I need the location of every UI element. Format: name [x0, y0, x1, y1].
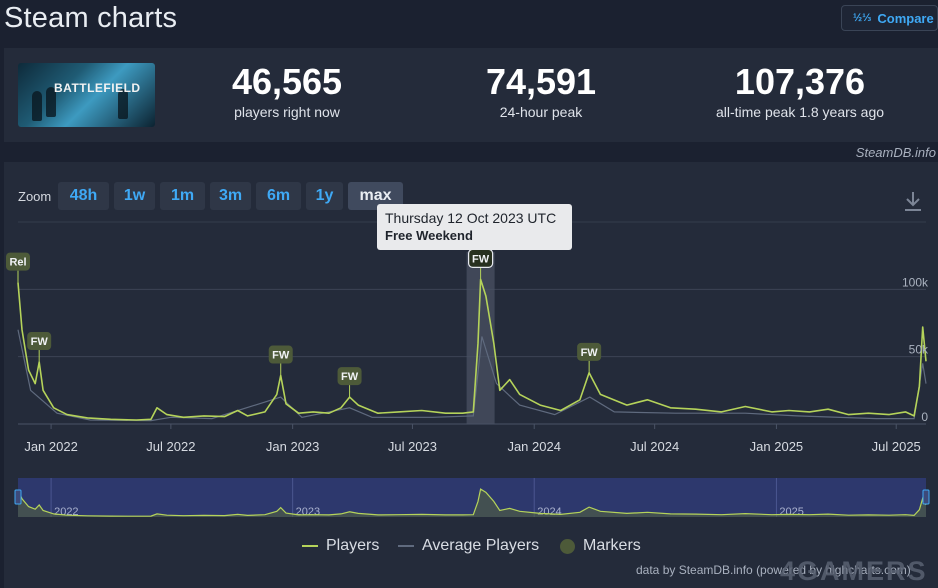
- legend-players-label: Players: [326, 537, 380, 554]
- marker-label: FW: [272, 350, 290, 362]
- x-tick-label: Jan 2024: [507, 439, 561, 454]
- x-tick-label: Jul 2022: [146, 439, 195, 454]
- x-axis-labels: Jan 2022 Jul 2022 Jan 2023 Jul 2023 Jan 2024…: [24, 424, 921, 454]
- marker-fw[interactable]: FW: [577, 342, 602, 373]
- legend-average-players[interactable]: Average Players: [398, 537, 539, 555]
- watermark: 4GAMERS: [780, 556, 928, 586]
- marker-fw[interactable]: FW: [337, 367, 362, 398]
- chart-tooltip: Thursday 12 Oct 2023 UTC Free Weekend: [377, 204, 572, 250]
- tooltip-event: Free Weekend: [385, 228, 473, 243]
- x-tick-label: Jan 2022: [24, 439, 78, 454]
- legend-players-swatch: [302, 545, 318, 547]
- tooltip-date: Thursday 12 Oct 2023 UTC: [385, 210, 557, 226]
- y-tick-label: 0: [921, 410, 928, 424]
- navigator-handle-right[interactable]: [922, 489, 930, 505]
- y-tick-label: 100k: [902, 275, 929, 289]
- legend-markers-swatch: [560, 538, 575, 554]
- x-tick-label: Jul 2025: [872, 439, 921, 454]
- legend-average-label: Average Players: [422, 537, 540, 554]
- marker-label: FW: [472, 253, 490, 265]
- marker-fw[interactable]: FW: [268, 345, 293, 376]
- legend-players[interactable]: Players: [302, 537, 379, 555]
- x-tick-label: Jan 2025: [750, 439, 804, 454]
- legend-markers[interactable]: Markers: [560, 537, 641, 555]
- x-tick-label: Jul 2024: [630, 439, 679, 454]
- marker-label: Rel: [9, 257, 26, 269]
- marker-rel[interactable]: Rel: [6, 252, 30, 283]
- x-tick-label: Jan 2023: [266, 439, 320, 454]
- legend-markers-label: Markers: [583, 537, 641, 554]
- y-tick-label: 50k: [909, 343, 929, 357]
- marker-fw[interactable]: FW: [27, 332, 52, 363]
- player-chart[interactable]: Rel FW FW FW FW FW Jan 2022 Jul 2022 Jan 2023 Ju…: [0, 0, 938, 588]
- marker-label: FW: [581, 347, 599, 359]
- x-tick-label: Jul 2023: [388, 439, 437, 454]
- legend-average-swatch: [398, 545, 414, 547]
- navigator-handle-left[interactable]: [14, 489, 22, 505]
- chart-legend: Players Average Players Markers: [0, 537, 938, 557]
- marker-layer: Rel FW FW FW FW FW: [6, 248, 602, 398]
- marker-label: FW: [31, 336, 49, 348]
- y-axis-labels: 0 50k 100k: [902, 275, 929, 424]
- marker-label: FW: [341, 371, 359, 383]
- navigator: 2022 2023 2024 2025: [14, 478, 930, 518]
